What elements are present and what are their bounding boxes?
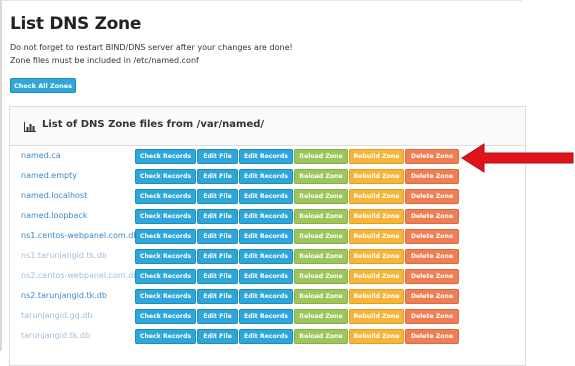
check-records-button[interactable]: Check Records: [135, 149, 196, 164]
zone-row: tarunjangid.gq.db Check Records Edit File E…: [0, 308, 465, 328]
zone-row: named.empty Check Records Edit File Edit Re…: [0, 168, 465, 188]
edit-file-button[interactable]: Edit File: [197, 189, 238, 204]
delete-zone-button[interactable]: Delete Zone: [405, 269, 459, 284]
zone-row: tarunjangid.tk.db Check Records Edit File E…: [0, 328, 465, 348]
reload-zone-button[interactable]: Reload Zone: [294, 329, 348, 344]
check-records-button[interactable]: Check Records: [135, 209, 196, 224]
rebuild-zone-button[interactable]: Rebuild Zone: [349, 269, 404, 284]
delete-zone-button[interactable]: Delete Zone: [405, 249, 459, 264]
edit-records-button[interactable]: Edit Records: [239, 149, 293, 164]
edit-records-button[interactable]: Edit Records: [239, 329, 293, 344]
zone-file-link[interactable]: named.localhost: [21, 191, 87, 200]
edit-file-button[interactable]: Edit File: [197, 229, 238, 244]
rebuild-zone-button[interactable]: Rebuild Zone: [349, 289, 404, 304]
zone-file-link[interactable]: tarunjangid.gq.db: [21, 311, 92, 320]
zone-row: named.ca Check Records Edit File Edit Recor…: [0, 148, 465, 168]
reload-zone-button[interactable]: Reload Zone: [294, 209, 348, 224]
check-records-button[interactable]: Check Records: [135, 249, 196, 264]
zone-file-link[interactable]: named.empty: [21, 171, 77, 180]
edit-file-button[interactable]: Edit File: [197, 329, 238, 344]
reload-zone-button[interactable]: Reload Zone: [294, 149, 348, 164]
check-all-zones-button[interactable]: Check All Zones: [10, 78, 76, 93]
edit-file-button[interactable]: Edit File: [197, 209, 238, 224]
check-records-button[interactable]: Check Records: [135, 329, 196, 344]
edit-records-button[interactable]: Edit Records: [239, 189, 293, 204]
edit-file-button[interactable]: Edit File: [197, 149, 238, 164]
reload-zone-button[interactable]: Reload Zone: [294, 289, 348, 304]
edit-file-button[interactable]: Edit File: [197, 249, 238, 264]
check-records-button[interactable]: Check Records: [135, 289, 196, 304]
zone-file-link[interactable]: ns2.tarunjangid.tk.db: [21, 291, 107, 300]
restart-notice: Do not forget to restart BIND/DNS server…: [10, 43, 293, 52]
edit-file-button[interactable]: Edit File: [197, 269, 238, 284]
delete-zone-button[interactable]: Delete Zone: [405, 209, 459, 224]
delete-zone-button[interactable]: Delete Zone: [405, 229, 459, 244]
check-records-button[interactable]: Check Records: [135, 189, 196, 204]
reload-zone-button[interactable]: Reload Zone: [294, 229, 348, 244]
dns-zone-page: List DNS Zone Do not forget to restart B…: [0, 0, 575, 366]
check-records-button[interactable]: Check Records: [135, 309, 196, 324]
edit-file-button[interactable]: Edit File: [197, 289, 238, 304]
rebuild-zone-button[interactable]: Rebuild Zone: [349, 209, 404, 224]
rebuild-zone-button[interactable]: Rebuild Zone: [349, 189, 404, 204]
bar-chart-icon: [24, 122, 36, 132]
edit-records-button[interactable]: Edit Records: [239, 269, 293, 284]
delete-zone-button[interactable]: Delete Zone: [405, 289, 459, 304]
delete-zone-button[interactable]: Delete Zone: [405, 169, 459, 184]
reload-zone-button[interactable]: Reload Zone: [294, 309, 348, 324]
rebuild-zone-button[interactable]: Rebuild Zone: [349, 229, 404, 244]
rebuild-zone-button[interactable]: Rebuild Zone: [349, 249, 404, 264]
zone-file-link[interactable]: named.ca: [21, 151, 61, 160]
rebuild-zone-button[interactable]: Rebuild Zone: [349, 329, 404, 344]
edit-records-button[interactable]: Edit Records: [239, 309, 293, 324]
zone-row: ns2.centos-webpanel.com.db Check Records E…: [0, 268, 465, 288]
page-title: List DNS Zone: [10, 14, 142, 34]
panel-header: List of DNS Zone files from /var/named/: [10, 107, 525, 146]
zone-file-link[interactable]: ns1.centos-webpanel.com.db: [21, 231, 138, 240]
zone-row: ns1.tarunjangid.tk.db Check Records Edit F…: [0, 248, 465, 268]
rebuild-zone-button[interactable]: Rebuild Zone: [349, 169, 404, 184]
zone-file-link[interactable]: named.loopback: [21, 211, 87, 220]
check-records-button[interactable]: Check Records: [135, 229, 196, 244]
panel-title: List of DNS Zone files from /var/named/: [42, 119, 265, 130]
delete-zone-button[interactable]: Delete Zone: [405, 309, 459, 324]
zone-row: named.loopback Check Records Edit File Edit…: [0, 208, 465, 228]
edit-records-button[interactable]: Edit Records: [239, 289, 293, 304]
check-records-button[interactable]: Check Records: [135, 269, 196, 284]
red-arrow-icon: [461, 143, 574, 173]
delete-zone-button[interactable]: Delete Zone: [405, 329, 459, 344]
delete-zone-button[interactable]: Delete Zone: [405, 189, 459, 204]
reload-zone-button[interactable]: Reload Zone: [294, 269, 348, 284]
reload-zone-button[interactable]: Reload Zone: [294, 249, 348, 264]
delete-zone-button[interactable]: Delete Zone: [405, 149, 459, 164]
zone-row: named.localhost Check Records Edit File Edi…: [0, 188, 465, 208]
check-records-button[interactable]: Check Records: [135, 169, 196, 184]
edit-records-button[interactable]: Edit Records: [239, 229, 293, 244]
top-border: [2, 0, 522, 1]
edit-records-button[interactable]: Edit Records: [239, 249, 293, 264]
reload-zone-button[interactable]: Reload Zone: [294, 189, 348, 204]
zone-file-link[interactable]: tarunjangid.tk.db: [21, 331, 90, 340]
edit-file-button[interactable]: Edit File: [197, 309, 238, 324]
edit-records-button[interactable]: Edit Records: [239, 209, 293, 224]
zone-row: ns1.centos-webpanel.com.db Check Records E…: [0, 228, 465, 248]
edit-file-button[interactable]: Edit File: [197, 169, 238, 184]
rebuild-zone-button[interactable]: Rebuild Zone: [349, 309, 404, 324]
edit-records-button[interactable]: Edit Records: [239, 169, 293, 184]
zone-file-link[interactable]: ns1.tarunjangid.tk.db: [21, 251, 107, 260]
reload-zone-button[interactable]: Reload Zone: [294, 169, 348, 184]
zone-row: ns2.tarunjangid.tk.db Check Records Edit F…: [0, 288, 465, 308]
include-notice: Zone files must be included in /etc/name…: [10, 56, 199, 65]
zone-file-link[interactable]: ns2.centos-webpanel.com.db: [21, 271, 138, 280]
rebuild-zone-button[interactable]: Rebuild Zone: [349, 149, 404, 164]
